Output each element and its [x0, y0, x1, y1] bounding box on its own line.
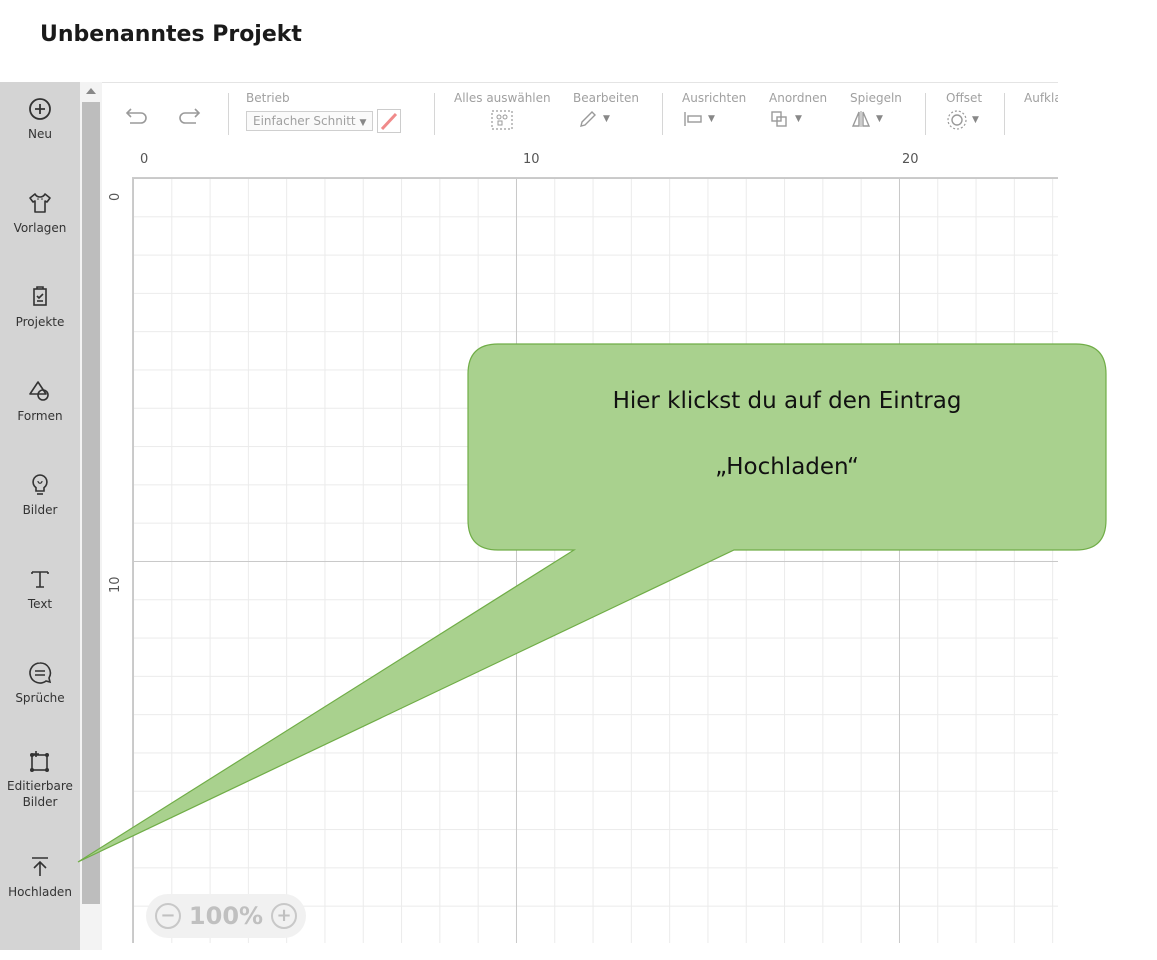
- edit-label: Bearbeiten: [573, 91, 639, 105]
- callout-line-1: Hier klickst du auf den Eintrag: [612, 388, 962, 414]
- align-button[interactable]: Ausrichten ▼: [682, 91, 746, 129]
- chevron-down-icon: ▼: [708, 114, 715, 124]
- toolbar-divider: [434, 93, 435, 135]
- mirror-button[interactable]: Spiegeln ▼: [850, 91, 902, 129]
- undo-icon: [125, 108, 147, 124]
- sidebar-item-sprueche[interactable]: Sprüche: [0, 660, 80, 706]
- sidebar-item-neu[interactable]: Neu: [0, 96, 80, 142]
- edit-button[interactable]: Bearbeiten ▼: [573, 91, 639, 129]
- redo-button[interactable]: [176, 105, 202, 131]
- sidebar-item-editierbare-bilder[interactable]: Editierbare Bilder: [0, 748, 80, 810]
- chevron-down-icon: ▼: [876, 114, 883, 124]
- callout-line-2: „Hochladen“: [715, 454, 859, 480]
- chevron-down-icon: ▼: [972, 115, 979, 125]
- ruler-top-label: 20: [902, 152, 919, 167]
- undo-button[interactable]: [124, 105, 150, 131]
- ruler-left-label: 0: [108, 192, 123, 201]
- chevron-down-icon: ▼: [359, 118, 367, 128]
- sidebar-item-label: Bilder: [22, 503, 58, 517]
- chevron-down-icon: ▼: [795, 114, 802, 124]
- sidebar-item-formen[interactable]: Formen: [0, 378, 80, 424]
- redo-icon: [179, 108, 201, 124]
- sidebar-item-bilder[interactable]: Bilder: [0, 472, 80, 518]
- sidebar-item-label: Hochladen: [8, 885, 72, 899]
- sidebar-item-label: Vorlagen: [13, 221, 67, 235]
- toolbar-divider: [662, 93, 663, 135]
- mirror-icon: [851, 111, 871, 127]
- toolbar-divider: [228, 93, 229, 135]
- operation-group: Betrieb Einfacher Schnitt ▼: [246, 91, 402, 133]
- ruler-top-label: 0: [140, 152, 149, 167]
- sidebar-item-label: Neu: [28, 127, 52, 141]
- offset-label: Offset: [946, 91, 983, 105]
- speech-bubble-icon: [29, 662, 52, 684]
- ruler-corner: [102, 147, 133, 178]
- zoom-in-button[interactable]: +: [271, 903, 298, 929]
- arrange-layers-icon: [771, 111, 787, 127]
- pen-icon: [381, 112, 398, 131]
- toolbar-divider: [925, 93, 926, 135]
- sidebar-item-label: Formen: [17, 409, 63, 423]
- arrange-label: Anordnen: [769, 91, 828, 105]
- unfold-button[interactable]: Aufklappen: [1024, 91, 1058, 105]
- plus-icon: +: [276, 905, 292, 926]
- shapes-icon: [29, 381, 49, 401]
- align-label: Ausrichten: [682, 91, 747, 105]
- plus-circle-icon: [29, 98, 51, 120]
- left-sidebar: Neu Vorlagen Projekte Formen Bilder Text…: [0, 82, 80, 950]
- sidebar-item-text[interactable]: Text: [0, 566, 80, 612]
- sidebar-item-label: Projekte: [15, 315, 65, 329]
- scrollbar-thumb[interactable]: [82, 102, 100, 904]
- scroll-up-icon[interactable]: [86, 88, 96, 94]
- operation-label: Betrieb: [246, 91, 290, 105]
- ruler-top-label: 10: [523, 152, 540, 167]
- offset-button[interactable]: Offset ▼: [946, 91, 982, 131]
- unfold-label: Aufklappen: [1024, 91, 1058, 105]
- zoom-level: 100%: [188, 902, 264, 930]
- project-clipboard-icon: [33, 286, 47, 306]
- sidebar-scrollbar[interactable]: [80, 82, 102, 950]
- sidebar-item-label: Sprüche: [15, 691, 65, 705]
- upload-icon: [32, 857, 48, 876]
- operation-value: Einfacher Schnitt: [253, 114, 356, 128]
- minus-icon: −: [160, 905, 176, 926]
- pen-color-swatch[interactable]: [377, 109, 402, 133]
- sidebar-item-label: Editierbare Bilder: [7, 779, 73, 809]
- operation-select[interactable]: Einfacher Schnitt ▼: [246, 111, 374, 131]
- editable-image-icon: [30, 751, 49, 772]
- toolbar: Betrieb Einfacher Schnitt ▼ Alles auswäh…: [102, 82, 1058, 148]
- select-all-icon: [491, 110, 513, 130]
- zoom-control: − 100% +: [146, 894, 306, 938]
- arrange-button[interactable]: Anordnen ▼: [769, 91, 827, 129]
- select-all-label: Alles auswählen: [454, 91, 551, 105]
- edit-pencil-icon: [580, 111, 596, 127]
- ruler-left: 0 10: [102, 177, 133, 943]
- text-T-icon: [31, 571, 49, 588]
- sidebar-item-label: Text: [27, 597, 53, 611]
- select-all-button[interactable]: Alles auswählen: [454, 91, 551, 131]
- sidebar-item-vorlagen[interactable]: Vorlagen: [0, 190, 80, 236]
- sidebar-item-hochladen[interactable]: Hochladen: [0, 854, 80, 900]
- project-title: Unbenanntes Projekt: [40, 22, 302, 47]
- zoom-out-button[interactable]: −: [154, 903, 181, 929]
- toolbar-divider: [1004, 93, 1005, 135]
- ruler-left-label: 10: [108, 576, 123, 593]
- canvas-grid: [133, 178, 1058, 943]
- sidebar-item-projekte[interactable]: Projekte: [0, 284, 80, 330]
- chevron-down-icon: ▼: [603, 114, 610, 124]
- ruler-top: 0 10 20: [132, 147, 1058, 178]
- mirror-label: Spiegeln: [850, 91, 902, 105]
- callout-text: Hier klickst du auf den Eintrag „Hochlad…: [468, 344, 1106, 550]
- lightbulb-icon: [32, 474, 48, 495]
- tshirt-icon: [29, 193, 51, 213]
- align-left-icon: [684, 112, 702, 126]
- offset-icon: [947, 110, 967, 130]
